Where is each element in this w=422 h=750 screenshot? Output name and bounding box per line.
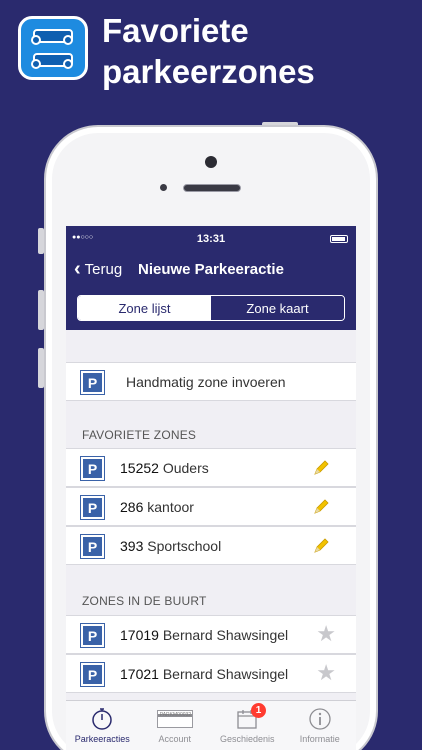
parking-icon: P: [80, 662, 105, 687]
parking-icon: P: [80, 370, 105, 395]
favorites-section-header: FAVORIETE ZONES: [82, 428, 197, 442]
wheel-icon: [63, 35, 73, 45]
nav-bar: ‹ Terug Nieuwe Parkeeractie: [66, 251, 356, 290]
zone-name: kantoor: [147, 499, 194, 515]
pencil-icon[interactable]: [312, 537, 330, 555]
notification-badge: 1: [251, 703, 266, 718]
manual-zone-entry-row[interactable]: P Handmatig zone invoeren: [66, 362, 356, 401]
nearby-section-header: ZONES IN DE BUURT: [82, 594, 207, 608]
nearby-zone-row[interactable]: P 17021 Bernard Shawsingel ★: [66, 654, 356, 693]
pencil-icon[interactable]: [312, 459, 330, 477]
zone-code: 17021: [120, 666, 159, 682]
card-icon: PARKM00032: [156, 710, 193, 728]
tab-label: Informatie: [299, 734, 340, 744]
back-label: Terug: [84, 260, 123, 278]
earpiece-speaker: [183, 184, 241, 192]
back-button[interactable]: ‹ Terug: [74, 258, 123, 280]
manual-zone-label: Handmatig zone invoeren: [126, 374, 286, 390]
zone-list: P Handmatig zone invoeren FAVORIETE ZONE…: [66, 330, 356, 696]
page-title: Nieuwe Parkeeractie: [138, 261, 284, 278]
segment-bar: Zone lijst Zone kaart: [66, 290, 356, 330]
star-icon[interactable]: ★: [316, 623, 336, 645]
zone-code: 286: [120, 499, 144, 515]
chevron-left-icon: ‹: [74, 258, 81, 280]
zone-name: Bernard Shawsingel: [162, 666, 289, 682]
stopwatch-icon: [92, 708, 112, 730]
favorite-zone-row[interactable]: P 15252 Ouders: [66, 448, 356, 487]
zone-name: Ouders: [162, 460, 209, 476]
battery-icon: [330, 235, 348, 243]
tab-informatie[interactable]: Informatie: [284, 701, 357, 750]
parking-icon: P: [80, 495, 105, 520]
zone-code: 17019: [120, 627, 159, 643]
pencil-icon[interactable]: [312, 498, 330, 516]
star-icon[interactable]: ★: [316, 662, 336, 684]
wheel-icon: [31, 59, 41, 69]
sensor: [160, 184, 167, 191]
promo-title-line1: Favoriete: [102, 12, 249, 49]
tab-label: Parkeeracties: [74, 734, 130, 744]
tab-bar: Parkeeracties PARKM00032 Account 1 Gesch…: [66, 700, 356, 750]
nearby-zone-row[interactable]: P 17019 Bernard Shawsingel ★: [66, 615, 356, 654]
zone-name: Bernard Shawsingel: [162, 627, 289, 643]
wheel-icon: [31, 35, 41, 45]
camera: [205, 156, 217, 168]
tab-geschiedenis[interactable]: 1 Geschiedenis: [211, 701, 284, 750]
zone-code: 393: [120, 538, 144, 554]
zone-code: 15252: [120, 460, 159, 476]
segment-zone-map[interactable]: Zone kaart: [211, 296, 344, 320]
zone-name: Sportschool: [147, 538, 222, 554]
info-icon: [309, 708, 331, 730]
promo-title-line2: parkeerzones: [102, 53, 315, 90]
promo-title: Favoriete parkeerzones: [102, 10, 315, 92]
parking-icon: P: [80, 623, 105, 648]
segment-zone-list[interactable]: Zone lijst: [78, 296, 211, 320]
tab-parkeeracties[interactable]: Parkeeracties: [66, 701, 139, 750]
parking-icon: P: [80, 534, 105, 559]
app-screen: ●●○○○ 13:31 ‹ Terug Nieuwe Parkeeractie …: [66, 226, 356, 750]
tab-account[interactable]: PARKM00032 Account: [139, 701, 212, 750]
favorite-zone-row[interactable]: P 286 kantoor: [66, 487, 356, 526]
parking-icon: P: [80, 456, 105, 481]
favorite-zone-row[interactable]: P 393 Sportschool: [66, 526, 356, 565]
card-text: PARKM00032: [159, 712, 192, 718]
tab-label: Account: [158, 734, 192, 744]
zone-view-segmented-control: Zone lijst Zone kaart: [77, 295, 345, 321]
wheel-icon: [63, 59, 73, 69]
status-bar: ●●○○○ 13:31: [66, 226, 356, 251]
app-logo: [18, 16, 88, 80]
tab-label: Geschiedenis: [219, 734, 275, 744]
status-time: 13:31: [196, 233, 226, 245]
